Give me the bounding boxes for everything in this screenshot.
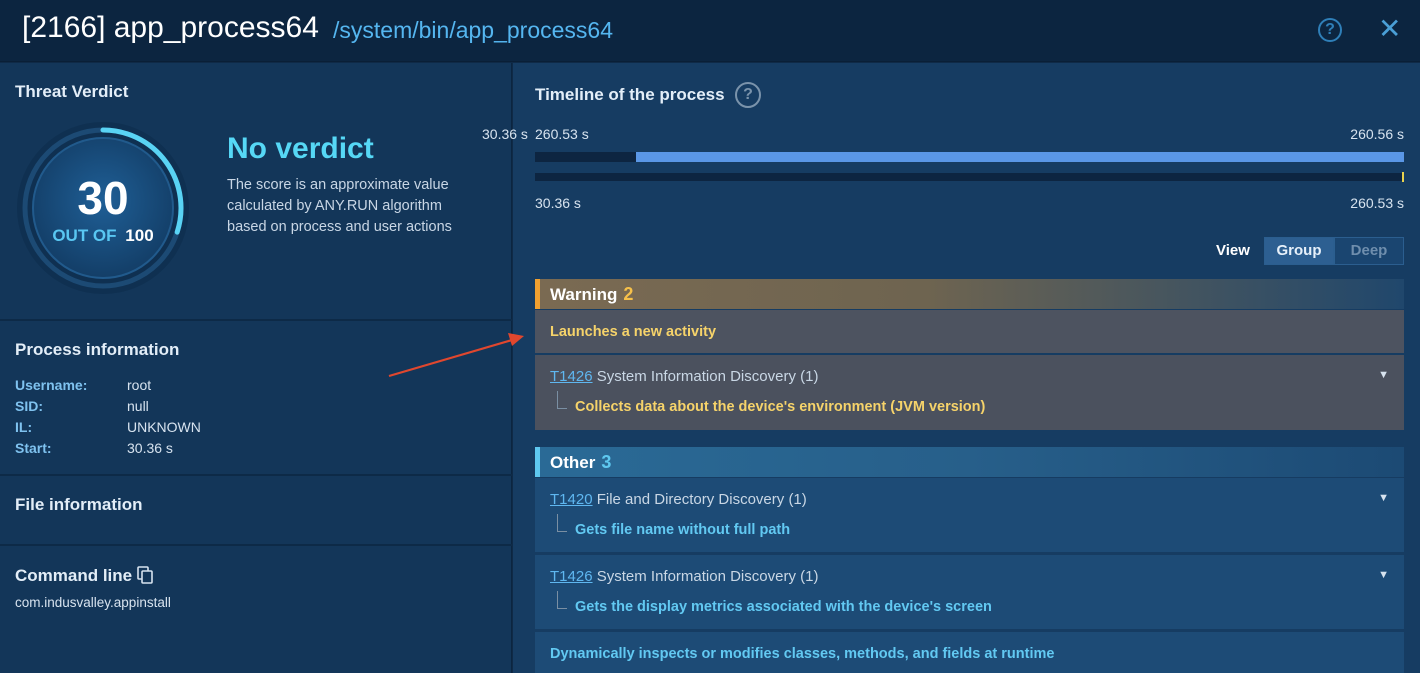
timeline-bar[interactable] (535, 152, 1404, 162)
other-group-label: Other 3 (550, 452, 611, 473)
technique-line: T1420 File and Directory Discovery (1) (550, 491, 807, 508)
technique-line: T1426 System Information Discovery (1) (550, 368, 818, 385)
field-username: Username: root (15, 377, 151, 393)
command-line-title: Command line (15, 566, 133, 585)
other-item-t1426[interactable]: T1426 System Information Discovery (1) ▼… (535, 555, 1404, 629)
process-title: [2166] app_process64 (22, 11, 319, 44)
warning-group-header[interactable]: Warning 2 (535, 279, 1404, 309)
help-icon[interactable]: ? (735, 82, 761, 108)
warning-group-name: Warning (550, 285, 618, 304)
timeline-title: Timeline of the process (535, 85, 725, 104)
warning-indicator (535, 279, 540, 309)
divider (0, 544, 512, 546)
other-indicator (535, 447, 540, 477)
timeline-marker (1402, 172, 1404, 182)
warning-item-activity[interactable]: Launches a new activity (535, 310, 1404, 353)
timeline-bar-fill (636, 152, 1404, 162)
help-icon[interactable]: ? (1318, 18, 1342, 42)
field-sid: SID: null (15, 398, 149, 414)
score-out-of-value: 100 (125, 226, 153, 245)
view-label: View (1216, 242, 1250, 259)
process-path: /system/bin/app_process64 (333, 17, 613, 43)
tree-connector (557, 514, 567, 532)
field-value: root (127, 377, 152, 393)
timeline-range-start: 30.36 s (535, 195, 581, 211)
technique-id-link[interactable]: T1420 (550, 491, 593, 508)
warning-item-t1426[interactable]: T1426 System Information Discovery (1) ▼… (535, 355, 1404, 430)
field-value: null (127, 398, 149, 414)
timeline-range-end: 260.53 s (1350, 195, 1404, 211)
field-il: IL: UNKNOWN (15, 419, 201, 435)
timeline-label-mid: 260.53 s (535, 126, 589, 142)
other-item-t1420[interactable]: T1420 File and Directory Discovery (1) ▼… (535, 478, 1404, 552)
score-value: 30 (77, 172, 128, 224)
file-info-title[interactable]: File information (15, 495, 143, 515)
other-group-name: Other (550, 453, 596, 472)
expand-caret-icon[interactable]: ▼ (1378, 569, 1389, 581)
dialog-header: [2166] app_process64 /system/bin/app_pro… (0, 0, 1420, 62)
close-icon[interactable]: ✕ (1378, 14, 1401, 44)
field-label: Username: (15, 377, 88, 393)
left-panel: Threat Verdict 30 OUT OF 100 No verdict … (0, 63, 512, 673)
technique-detail: Collects data about the device's environ… (575, 399, 986, 415)
view-deep-button[interactable]: Deep (1334, 237, 1404, 265)
timeline-scrubber[interactable] (535, 172, 1404, 182)
expand-caret-icon[interactable]: ▼ (1378, 369, 1389, 381)
tree-connector (557, 391, 567, 409)
svg-text:OUT OF 100: OUT OF 100 (52, 226, 153, 245)
copy-icon[interactable] (137, 566, 153, 584)
field-label: SID: (15, 398, 43, 414)
item-title: Launches a new activity (550, 324, 717, 340)
process-info-title: Process information (15, 340, 180, 359)
other-group-header[interactable]: Other 3 (535, 447, 1404, 477)
timeline-label-start: 30.36 s (482, 126, 528, 142)
score-gauge: 30 OUT OF 100 (17, 122, 189, 294)
technique-detail: Gets the display metrics associated with… (575, 599, 992, 615)
field-label: Start: (15, 440, 52, 456)
expand-caret-icon[interactable]: ▼ (1378, 492, 1389, 504)
field-start: Start: 30.36 s (15, 440, 173, 456)
timeline-label-end: 260.56 s (1350, 126, 1404, 142)
item-title: Dynamically inspects or modifies classes… (550, 646, 1055, 662)
threat-verdict-title: Threat Verdict (15, 82, 129, 101)
technique-name: File and Directory Discovery (1) (596, 491, 807, 508)
technique-name: System Information Discovery (1) (596, 368, 819, 385)
tree-connector (557, 591, 567, 609)
field-value: 30.36 s (127, 440, 173, 456)
technique-detail: Gets file name without full path (575, 522, 791, 538)
view-group-button[interactable]: Group (1264, 237, 1334, 265)
technique-line: T1426 System Information Discovery (1) (550, 568, 818, 585)
other-item-runtime[interactable]: Dynamically inspects or modifies classes… (535, 632, 1404, 673)
verdict-description: The score is an approximate value calcul… (227, 177, 452, 235)
field-value: UNKNOWN (127, 419, 201, 435)
technique-id-link[interactable]: T1426 (550, 368, 593, 385)
divider (0, 319, 512, 321)
field-label: IL: (15, 419, 33, 435)
warning-group-count: 2 (623, 284, 634, 304)
technique-id-link[interactable]: T1426 (550, 568, 593, 585)
warning-group-label: Warning 2 (550, 284, 633, 305)
verdict-title: No verdict (227, 132, 374, 165)
right-panel: Timeline of the process ? 30.36 s 260.53… (482, 63, 1420, 673)
other-group-count: 3 (601, 452, 612, 472)
technique-name: System Information Discovery (1) (596, 568, 819, 585)
divider (0, 474, 512, 476)
score-out-of-label: OUT OF (52, 226, 116, 245)
command-line-value: com.indusvalley.appinstall (15, 595, 171, 610)
